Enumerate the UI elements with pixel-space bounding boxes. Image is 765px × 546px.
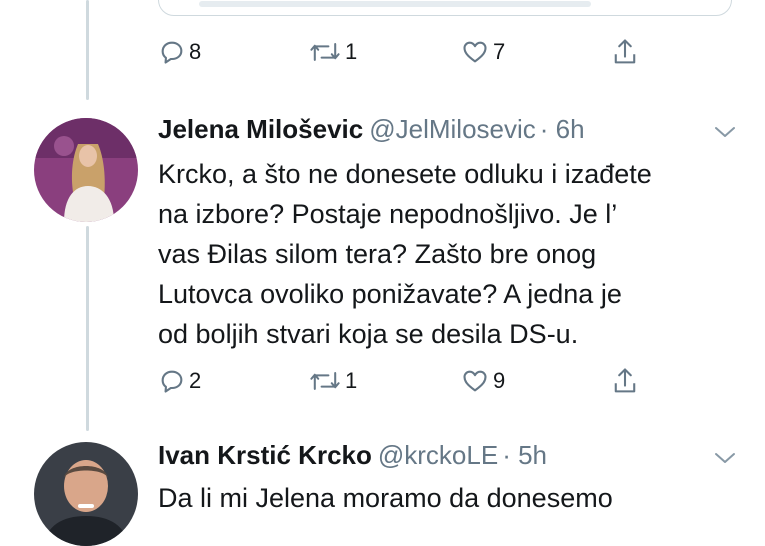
thread-line-middle [86,226,89,431]
tweet-text-jelena: Krcko, a što ne donesete odluku i izađet… [158,154,748,354]
like-count: 7 [493,39,506,64]
tweet-line: od boljih stvari koja se desila DS-u. [158,319,579,349]
avatar-photo [34,118,138,222]
reply-button[interactable]: 2 [158,364,202,398]
retweet-button[interactable]: 1 [308,35,358,69]
handle[interactable]: @krckoLE [378,440,498,470]
tweet-menu-ivan[interactable] [710,448,740,468]
avatar-ivan[interactable] [34,442,138,546]
thread-line-top [86,0,89,100]
avatar-photo [34,442,138,546]
reply-count: 2 [189,368,202,393]
chevron-down-icon [715,127,735,137]
like-icon [463,370,487,392]
tweet-header-jelena: Jelena Miloševic @JelMilosevic · 6h [158,114,585,144]
display-name[interactable]: Jelena Miloševic [158,114,363,144]
timestamp[interactable]: · 5h [502,440,547,470]
tweet-line: na izbore? Postaje nepodnošljivo. Je l’ [158,199,618,229]
tweet-line: vas Đilas silom tera? Zašto bre onog [158,239,597,269]
share-icon [614,368,636,393]
tweet-line: Lutovca ovoliko ponižavate? A jedna je [158,279,622,309]
retweet-icon [310,372,340,390]
reply-icon [161,41,183,64]
chevron-down-icon [715,453,735,463]
like-button[interactable]: 9 [460,364,506,398]
display-name[interactable]: Ivan Krstić Krcko [158,440,372,470]
share-button[interactable] [611,35,639,69]
tweet-line: Da li mi Jelena moramo da donesemo [158,483,613,513]
quoted-tweet-card[interactable] [158,0,732,16]
share-button[interactable] [611,364,639,398]
top-tweet-actions: 8 1 7 [158,35,638,69]
like-count: 9 [493,368,506,393]
timestamp[interactable]: · 6h [540,114,585,144]
reply-icon [161,370,183,393]
tweet-line: Krcko, a što ne donesete odluku i izađet… [158,159,652,189]
tweet-header-ivan: Ivan Krstić Krcko @krckoLE · 5h [158,440,547,470]
share-icon [614,39,636,64]
like-icon [463,41,487,63]
tweet-actions-jelena: 2 1 9 [158,364,638,398]
reply-button[interactable]: 8 [158,35,202,69]
retweet-icon [310,43,340,61]
avatar-jelena[interactable] [34,118,138,222]
retweet-button[interactable]: 1 [308,364,358,398]
retweet-count: 1 [345,368,358,393]
tweet-menu-jelena[interactable] [710,122,740,142]
handle[interactable]: @JelMilosevic [369,114,536,144]
like-button[interactable]: 7 [460,35,506,69]
reply-count: 8 [189,39,202,64]
retweet-count: 1 [345,39,358,64]
tweet-text-ivan: Da li mi Jelena moramo da donesemo [158,478,748,518]
